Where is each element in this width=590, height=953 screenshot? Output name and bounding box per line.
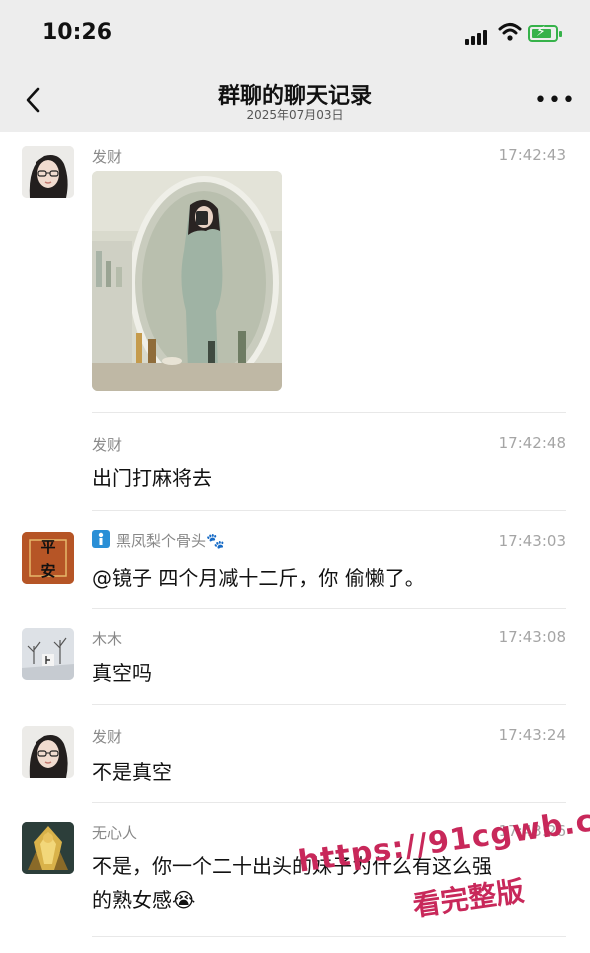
message-divider	[92, 802, 566, 803]
message-text: 真空吗	[92, 661, 152, 685]
message-divider	[92, 608, 566, 609]
message-divider	[92, 412, 566, 413]
message-divider	[92, 510, 566, 511]
sender-name: 无心人	[92, 824, 138, 842]
message-divider	[92, 936, 566, 937]
signal-icon	[465, 26, 489, 45]
message-time: 17:43:03	[498, 532, 566, 550]
message-text: @镜子 四个月减十二斤，你 偷懒了。	[92, 566, 425, 590]
message-time: 17:43:24	[498, 726, 566, 744]
message-text-line: 的熟女感😭	[92, 888, 196, 912]
battery-icon: ⚡	[528, 24, 562, 42]
sender-name: 发财	[92, 436, 123, 454]
message-time: 17:42:43	[498, 146, 566, 164]
message-text: 出门打麻将去	[92, 466, 212, 490]
sender-name: 木木	[92, 630, 123, 648]
message-time: 17:43:08	[498, 628, 566, 646]
avatar[interactable]	[22, 726, 74, 778]
status-bar: 10:26 ⚡	[0, 0, 590, 68]
avatar[interactable]	[22, 822, 74, 874]
avatar-text: 平	[40, 538, 56, 556]
avatar-text: 安	[40, 562, 56, 580]
group-badge-icon	[92, 530, 110, 548]
sender-name: 发财	[92, 728, 123, 746]
avatar[interactable]: 平 安	[22, 532, 74, 584]
nav-bar: 群聊的聊天记录 2025年07月03日 •••	[0, 68, 590, 132]
page-subtitle-date: 2025年07月03日	[246, 108, 344, 122]
avatar[interactable]	[22, 146, 74, 198]
message-photo[interactable]	[92, 171, 282, 391]
wifi-icon	[498, 22, 522, 46]
sender-name: 发财	[92, 148, 123, 166]
sender-name: 黑凤梨个骨头🐾	[116, 532, 225, 550]
status-time: 10:26	[42, 20, 113, 45]
avatar[interactable]	[22, 628, 74, 680]
more-options-button[interactable]: •••	[534, 88, 576, 113]
message-text: 不是真空	[92, 760, 172, 784]
message-divider	[92, 704, 566, 705]
message-time: 17:42:48	[498, 434, 566, 452]
